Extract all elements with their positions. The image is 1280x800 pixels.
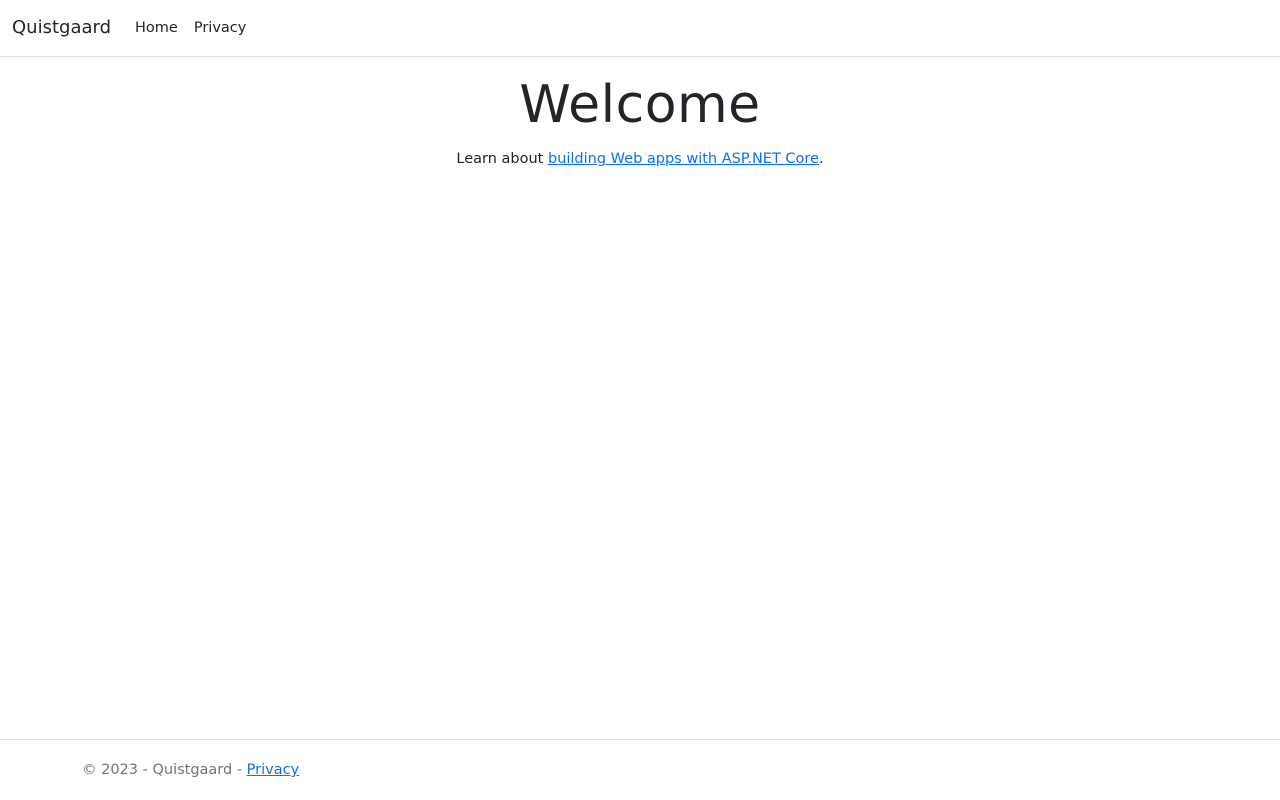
footer: © 2023 - Quistgaard - Privacy xyxy=(0,739,1280,800)
intro-prefix: Learn about xyxy=(456,151,548,167)
docs-link[interactable]: building Web apps with ASP.NET Core xyxy=(548,151,819,167)
brand-link[interactable]: Quistgaard xyxy=(12,19,111,37)
navbar: Quistgaard Home Privacy xyxy=(0,0,1280,57)
intro-text: Learn about building Web apps with ASP.N… xyxy=(0,151,1280,168)
footer-privacy-link[interactable]: Privacy xyxy=(247,762,300,778)
page-title: Welcome xyxy=(519,75,761,135)
nav-link-privacy[interactable]: Privacy xyxy=(194,21,247,36)
nav-links: Home Privacy xyxy=(135,21,262,36)
footer-copyright: © 2023 - Quistgaard - xyxy=(82,762,247,778)
nav-link-home[interactable]: Home xyxy=(135,21,178,36)
main-content: Welcome Learn about building Web apps wi… xyxy=(0,57,1280,168)
intro-suffix: . xyxy=(818,151,824,167)
